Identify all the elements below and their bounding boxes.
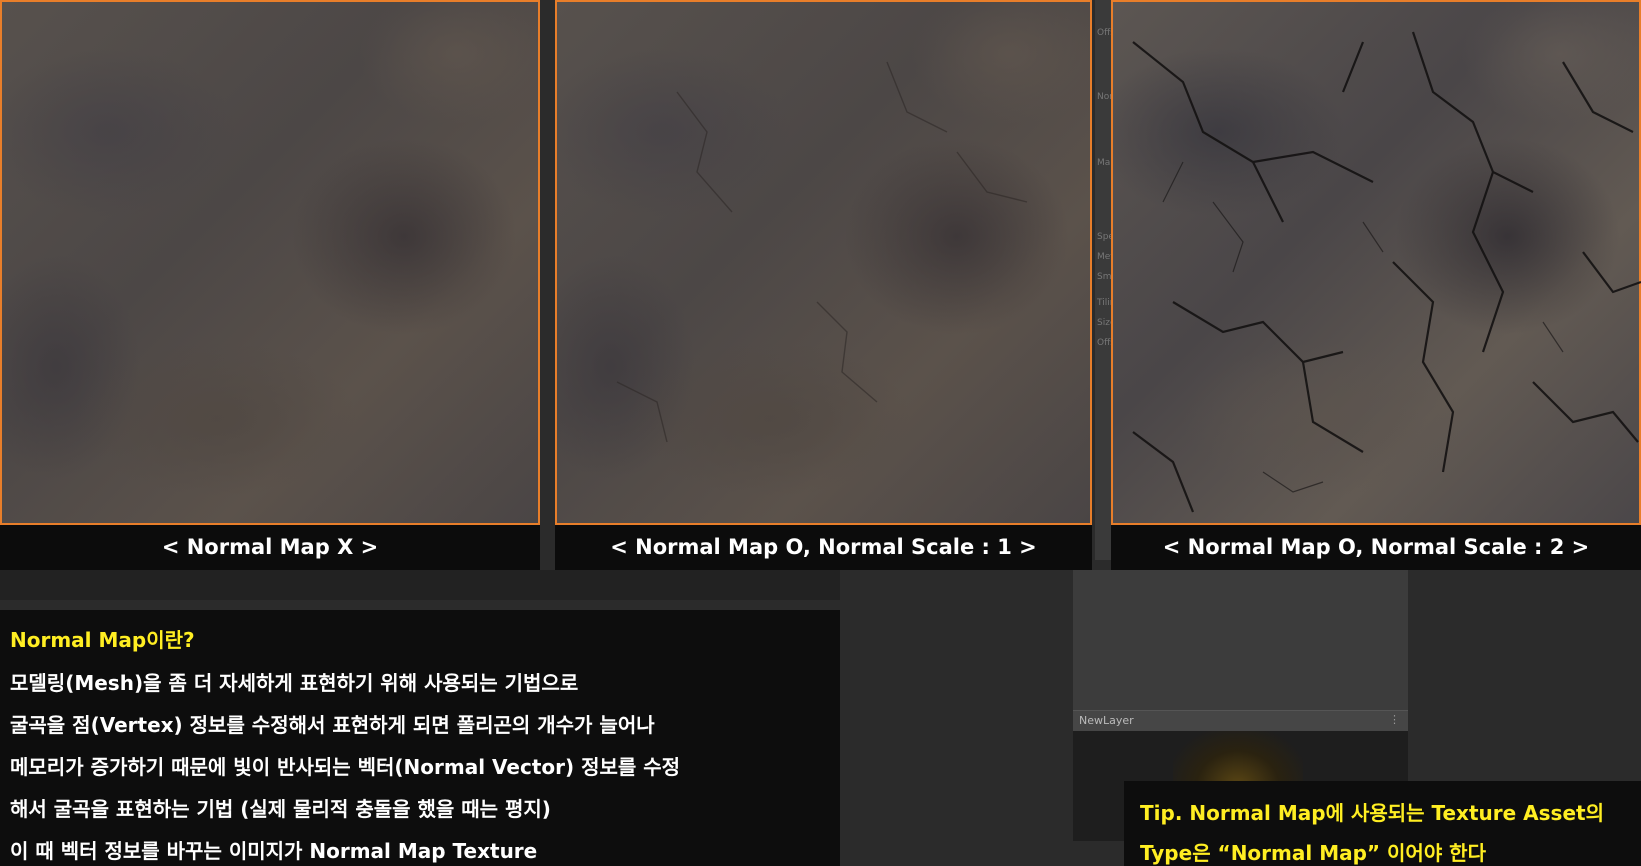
inspector-label: Ma: [1097, 158, 1111, 168]
panel-caption: < Normal Map X >: [0, 525, 540, 570]
explanation-line: 메모리가 증가하기 때문에 빛이 반사되는 벡터(Normal Vector) …: [10, 755, 681, 779]
explanation-box: Normal Map이란? 모델링(Mesh)을 좀 더 자세하게 표현하기 위…: [0, 610, 840, 866]
tip-line: Type은 “Normal Map” 이어야 한다: [1140, 841, 1486, 865]
explanation-line: 이 때 벡터 정보를 바꾸는 이미지가 Normal Map Texture: [10, 839, 538, 863]
explanation-line: 굴곡을 점(Vertex) 정보를 수정해서 표현하게 되면 폴리곤의 개수가 …: [10, 713, 655, 737]
texture-preview: [1111, 0, 1641, 525]
crack-overlay: [616, 61, 1028, 443]
crack-overlay: [1132, 31, 1641, 513]
more-icon[interactable]: ⋮: [1389, 713, 1400, 726]
panel-divider: [0, 570, 840, 600]
layer-name: NewLayer: [1079, 714, 1134, 727]
panel-caption: < Normal Map O, Normal Scale : 2 >: [1111, 525, 1641, 570]
tip-line: Tip. Normal Map에 사용되는 Texture Asset의: [1140, 801, 1604, 825]
texture-preview: [0, 0, 540, 525]
texture-preview: [555, 0, 1092, 525]
explanation-line: 모델링(Mesh)을 좀 더 자세하게 표현하기 위해 사용되는 기법으로: [10, 671, 579, 695]
explanation-title: Normal Map이란?: [10, 628, 195, 652]
explanation-line: 해서 굴곡을 표현하는 기법 (실제 물리적 충돌을 했을 때는 평지): [10, 797, 551, 821]
layer-header[interactable]: NewLayer ⋮: [1073, 710, 1408, 731]
panel-caption: < Normal Map O, Normal Scale : 1 >: [555, 525, 1092, 570]
tip-box: Tip. Normal Map에 사용되는 Texture Asset의 Typ…: [1124, 781, 1641, 866]
